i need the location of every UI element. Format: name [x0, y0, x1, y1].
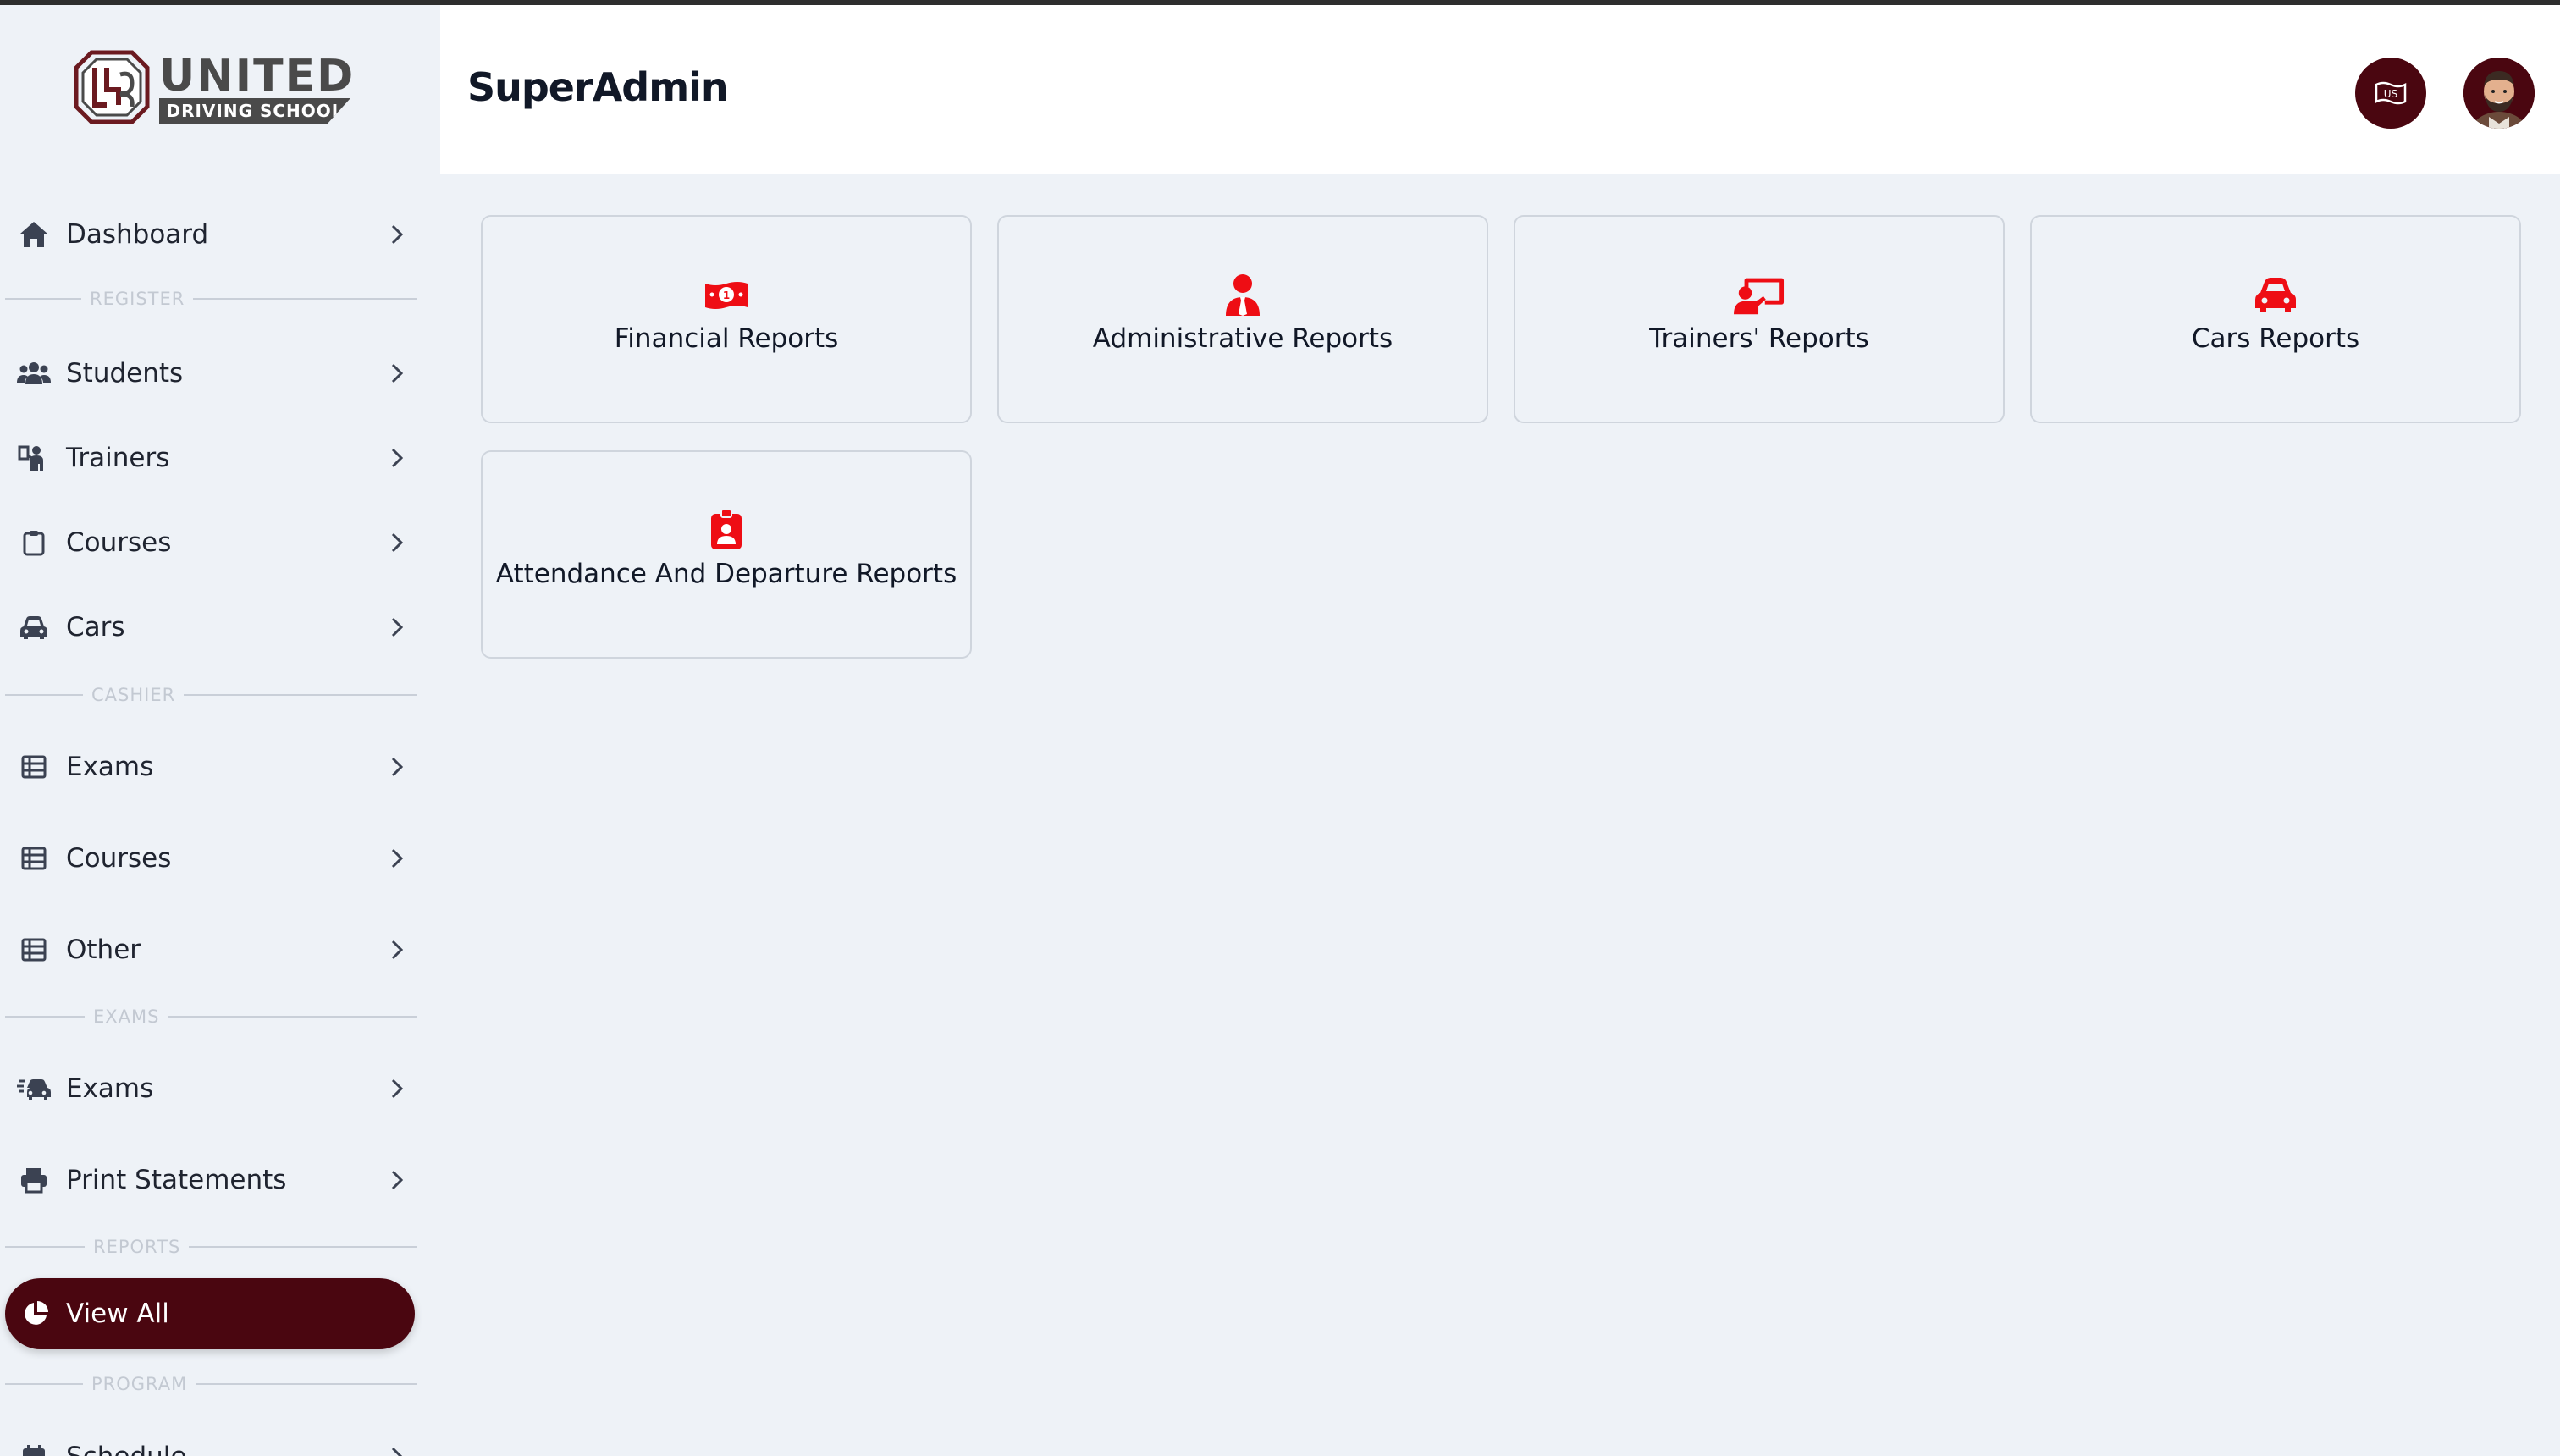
chevron-right-icon: [391, 848, 404, 869]
sidebar-item-cashier-exams[interactable]: Exams: [17, 737, 415, 797]
chevron-right-icon: [391, 1447, 403, 1456]
chevron-right-icon: [391, 532, 404, 553]
sidebar-item-print-statements[interactable]: Print Statements: [17, 1150, 415, 1210]
card-label: Attendance And Departure Reports: [495, 559, 957, 589]
financial-reports-card[interactable]: 1 Financial Reports: [481, 215, 972, 423]
logo-subtitle: DRIVING SCHOOL: [159, 98, 350, 124]
sidebar-item-schedule[interactable]: Schedule: [17, 1427, 415, 1456]
chevron-right-icon: [391, 617, 404, 637]
sidebar-item-students[interactable]: Students: [17, 344, 415, 403]
car-icon: [2250, 273, 2301, 317]
chevron-right-icon: [391, 757, 404, 777]
chevron-right-icon: [391, 363, 404, 383]
logo-title: UNITED: [159, 51, 356, 102]
section-label: CASHIER: [91, 685, 176, 705]
section-label: PROGRAM: [91, 1374, 188, 1394]
sidebar-item-label: Dashboard: [66, 219, 209, 250]
sidebar-item-label: Courses: [66, 843, 172, 874]
sidebar-item-label: Courses: [66, 527, 172, 558]
clipboard-icon: [17, 526, 51, 560]
language-switch-button[interactable]: US: [2355, 58, 2426, 129]
section-divider-reports: REPORTS: [5, 1234, 417, 1260]
card-label: Financial Reports: [614, 323, 839, 354]
card-label: Administrative Reports: [1092, 323, 1393, 354]
sidebar-item-label: Schedule: [66, 1442, 186, 1456]
sidebar-item-view-all[interactable]: View All: [5, 1278, 415, 1349]
chevron-right-icon: [391, 1078, 404, 1099]
table-icon: [17, 933, 51, 967]
avatar[interactable]: [2463, 58, 2535, 129]
administrative-reports-card[interactable]: Administrative Reports: [997, 215, 1488, 423]
cars-reports-card[interactable]: Cars Reports: [2030, 215, 2521, 423]
svg-text:1: 1: [723, 290, 730, 301]
trainer-icon: [17, 441, 51, 475]
car-icon: [17, 610, 51, 644]
money-bill-icon: 1: [701, 273, 752, 317]
sidebar-item-label: Print Statements: [66, 1165, 287, 1195]
sidebar-item-other[interactable]: Other: [17, 920, 415, 979]
app-logo[interactable]: UNITED DRIVING SCHOOL: [73, 49, 356, 125]
table-icon: [17, 841, 51, 875]
section-label: REPORTS: [93, 1237, 181, 1257]
section-label: EXAMS: [93, 1007, 160, 1027]
page-title: SuperAdmin: [467, 64, 729, 110]
calendar-icon: [17, 1440, 51, 1456]
id-badge-icon: [701, 508, 752, 552]
attendance-departure-reports-card[interactable]: Attendance And Departure Reports: [481, 450, 972, 659]
card-label: Cars Reports: [2191, 323, 2360, 354]
trainers-reports-card[interactable]: Trainers' Reports: [1514, 215, 2005, 423]
sidebar-item-label: Trainers: [66, 443, 170, 473]
sidebar-item-cashier-courses[interactable]: Courses: [17, 829, 415, 888]
printer-icon: [17, 1163, 51, 1197]
chalkboard-teacher-icon: [1734, 273, 1785, 317]
sidebar-item-label: Exams: [66, 1073, 154, 1104]
section-label: REGISTER: [90, 289, 185, 309]
logo-emblem-icon: [74, 50, 150, 124]
chevron-right-icon: [391, 1170, 404, 1190]
sidebar-item-exams[interactable]: Exams: [17, 1059, 415, 1118]
top-header: SuperAdmin US: [440, 5, 2560, 174]
svg-text:US: US: [2384, 88, 2397, 100]
section-divider-exams: EXAMS: [5, 1004, 417, 1029]
section-divider-program: PROGRAM: [5, 1371, 417, 1397]
chevron-right-icon: [391, 448, 404, 468]
sidebar-item-trainers[interactable]: Trainers: [17, 428, 415, 488]
sidebar-item-label: Students: [66, 358, 184, 389]
car-exam-icon: [17, 1072, 51, 1106]
user-tie-icon: [1217, 273, 1268, 317]
sidebar-item-dashboard[interactable]: Dashboard: [17, 205, 415, 264]
chevron-right-icon: [391, 224, 404, 245]
table-icon: [17, 750, 51, 784]
users-icon: [17, 356, 51, 390]
chevron-right-icon: [391, 940, 404, 960]
sidebar-item-courses[interactable]: Courses: [17, 513, 415, 572]
section-divider-cashier: CASHIER: [5, 682, 417, 708]
sidebar-item-label: Exams: [66, 752, 154, 782]
sidebar: UNITED DRIVING SCHOOL Dashboard REGISTER…: [0, 5, 440, 1456]
user-avatar-icon: [2463, 58, 2535, 129]
home-icon: [17, 218, 51, 251]
sidebar-item-label: Other: [66, 935, 141, 965]
sidebar-item-label: View All: [66, 1299, 169, 1329]
sidebar-item-label: Cars: [66, 612, 125, 643]
pie-chart-icon: [19, 1297, 52, 1331]
card-label: Trainers' Reports: [1649, 323, 1869, 354]
us-flag-icon: US: [2375, 81, 2407, 105]
sidebar-item-cars[interactable]: Cars: [17, 598, 415, 657]
section-divider-register: REGISTER: [5, 286, 417, 312]
